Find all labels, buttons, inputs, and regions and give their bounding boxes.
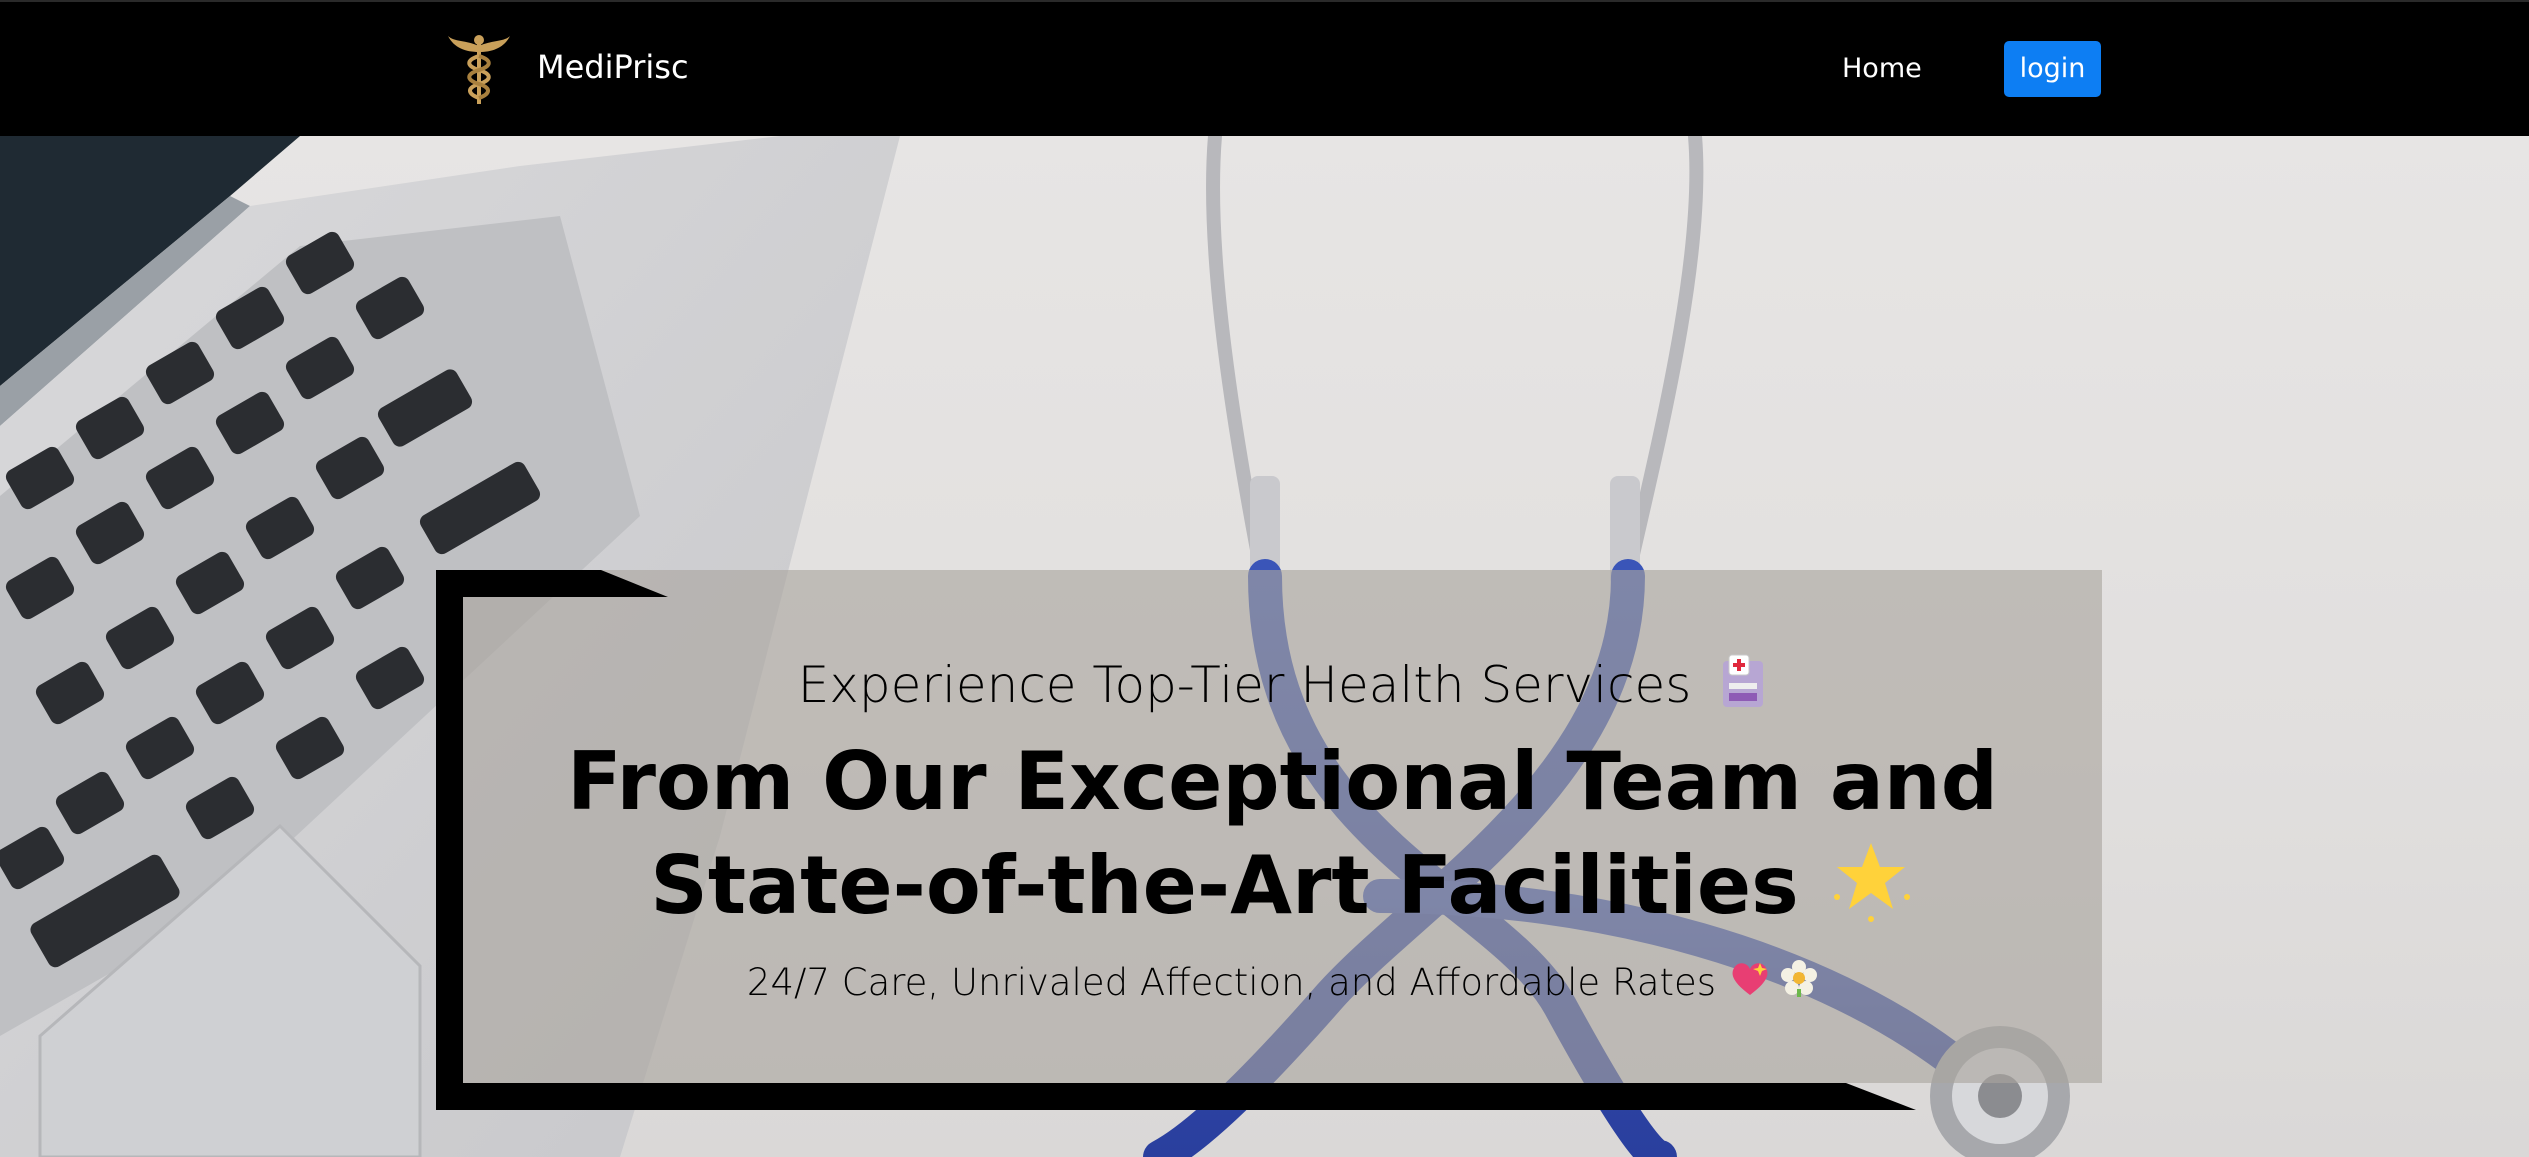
brand-name[interactable]: MediPrisc [537,47,689,87]
hospital-icon [1719,653,1767,725]
login-button[interactable]: login [2004,41,2101,97]
blossom-icon [1780,959,1818,1010]
hero-tagline: 24/7 Care, Unrivaled Affection, and Affo… [463,958,2102,1010]
sparkling-heart-icon [1730,959,1770,1010]
hero-title-line-1: From Our Exceptional Team and [566,735,1999,828]
nav-home-link[interactable]: Home [1842,51,1922,87]
hero-title-line-2: State-of-the-Art Facilities [463,834,2102,948]
hero-subtitle: Experience Top-Tier Health Services [463,652,2102,725]
caduceus-icon[interactable] [446,32,512,106]
navbar: MediPrisc Home login [0,0,2529,136]
glowing-star-icon [1827,835,1915,948]
